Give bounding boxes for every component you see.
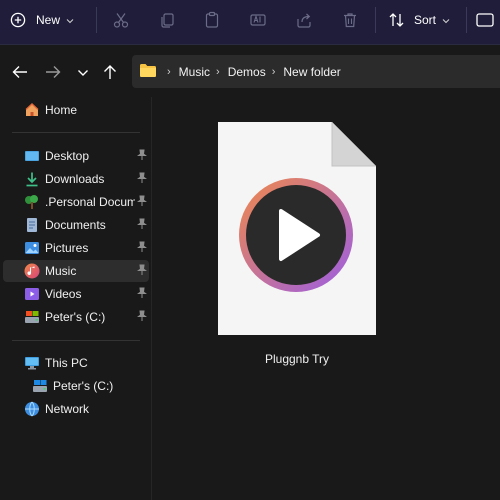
- toolbar-separator: [375, 7, 376, 33]
- videos-icon: [24, 286, 40, 302]
- sidebar-item-desktop[interactable]: Desktop: [3, 145, 149, 167]
- chevron-right-icon: ›: [167, 65, 171, 78]
- new-button-label: New: [36, 13, 61, 27]
- cut-button[interactable]: [112, 0, 130, 40]
- sidebar-item-personal-documents[interactable]: .Personal Documents: [3, 191, 149, 213]
- back-button[interactable]: [9, 62, 31, 84]
- arrow-up-icon: [103, 64, 117, 83]
- home-icon: [24, 102, 40, 118]
- pictures-icon: [24, 240, 40, 256]
- pin-icon[interactable]: [137, 149, 147, 164]
- computer-icon: [24, 355, 40, 371]
- pin-icon[interactable]: [137, 172, 147, 187]
- breadcrumb-new-folder[interactable]: New folder: [283, 65, 340, 79]
- sidebar-item-label: Peter's (C:): [53, 379, 114, 393]
- sidebar-item-home[interactable]: Home: [3, 99, 149, 121]
- sidebar-item-label: This PC: [45, 356, 88, 370]
- chevron-right-icon: ›: [271, 65, 276, 78]
- forward-button[interactable]: [42, 62, 64, 84]
- chevron-down-icon: [77, 66, 89, 80]
- sidebar-item-music[interactable]: Music: [3, 260, 149, 282]
- file-explorer-window: New Sort › Music › Demos › New folder Ho…: [0, 0, 500, 500]
- pin-icon[interactable]: [137, 218, 147, 233]
- sidebar-item-label: Pictures: [45, 241, 89, 255]
- pin-icon[interactable]: [137, 195, 147, 210]
- sidebar-item-drive-c[interactable]: Peter's (C:): [3, 306, 149, 328]
- documents-icon: [24, 217, 40, 233]
- sort-button-label: Sort: [414, 13, 437, 27]
- desktop-icon: [24, 148, 40, 164]
- sidebar-item-label: Videos: [45, 287, 82, 301]
- sidebar-item-label: Music: [45, 264, 77, 278]
- arrow-right-icon: [45, 65, 61, 82]
- sidebar-item-label: Downloads: [45, 172, 105, 186]
- sidebar-item-label: Network: [45, 402, 90, 416]
- file-name-label: Pluggnb Try: [264, 352, 330, 366]
- drive-icon: [32, 378, 48, 394]
- recent-locations-button[interactable]: [72, 62, 94, 84]
- view-button[interactable]: [476, 0, 494, 40]
- sort-button[interactable]: Sort: [388, 0, 454, 40]
- chevron-right-icon: ›: [216, 65, 220, 78]
- toolbar-separator: [96, 7, 97, 33]
- sidebar-item-documents[interactable]: Documents: [3, 214, 149, 236]
- media-play-file-icon: [218, 122, 376, 335]
- sidebar-item-this-pc[interactable]: This PC: [3, 352, 149, 374]
- network-icon: [24, 401, 40, 417]
- pin-icon[interactable]: [137, 287, 147, 302]
- file-item[interactable]: [216, 120, 378, 338]
- paste-button[interactable]: [203, 0, 221, 40]
- copy-icon: [158, 11, 176, 29]
- sidebar-item-downloads[interactable]: Downloads: [3, 168, 149, 190]
- sidebar-item-this-pc-drive-c[interactable]: Peter's (C:): [3, 375, 149, 397]
- plus-circle-icon: [10, 12, 26, 28]
- sidebar-item-label: Home: [45, 103, 78, 117]
- toolbar-separator: [466, 7, 467, 33]
- breadcrumb-demos[interactable]: Demos: [228, 65, 266, 79]
- pin-icon[interactable]: [137, 264, 147, 279]
- delete-button[interactable]: [341, 0, 359, 40]
- sidebar-item-label: Desktop: [45, 149, 90, 163]
- sort-icon: [388, 12, 406, 28]
- drive-icon: [24, 309, 40, 325]
- rename-button[interactable]: [249, 0, 267, 40]
- new-button[interactable]: New: [10, 0, 84, 40]
- copy-button[interactable]: [158, 0, 176, 40]
- sidebar-item-network[interactable]: Network: [3, 398, 149, 420]
- folder-icon: [139, 63, 157, 81]
- sidebar-item-label: Peter's (C:): [45, 310, 106, 324]
- sidebar-item-videos[interactable]: Videos: [3, 283, 149, 305]
- share-button[interactable]: [295, 0, 313, 40]
- command-bar: New Sort: [0, 0, 500, 45]
- pane-divider[interactable]: [151, 97, 152, 500]
- breadcrumb-music[interactable]: Music: [179, 65, 210, 79]
- sidebar-item-pictures[interactable]: Pictures: [3, 237, 149, 259]
- sidebar-separator: [12, 132, 140, 133]
- music-icon: [24, 263, 40, 279]
- up-button[interactable]: [99, 62, 121, 84]
- address-bar[interactable]: › Music › Demos › New folder: [132, 55, 500, 88]
- view-icon: [476, 12, 494, 28]
- sidebar-item-label: Documents: [45, 218, 106, 232]
- chevron-down-icon: [66, 13, 74, 27]
- sidebar-separator: [12, 340, 140, 341]
- rename-icon: [249, 11, 267, 29]
- share-icon: [295, 11, 313, 29]
- chevron-down-icon: [442, 13, 450, 27]
- download-icon: [24, 171, 40, 187]
- pin-icon[interactable]: [137, 241, 147, 256]
- arrow-left-icon: [12, 65, 28, 82]
- delete-icon: [341, 11, 359, 29]
- paste-icon: [203, 11, 221, 29]
- tree-folder-icon: [24, 194, 40, 210]
- sidebar-item-label: .Personal Documents: [45, 195, 135, 209]
- pin-icon[interactable]: [137, 310, 147, 325]
- cut-icon: [112, 11, 130, 29]
